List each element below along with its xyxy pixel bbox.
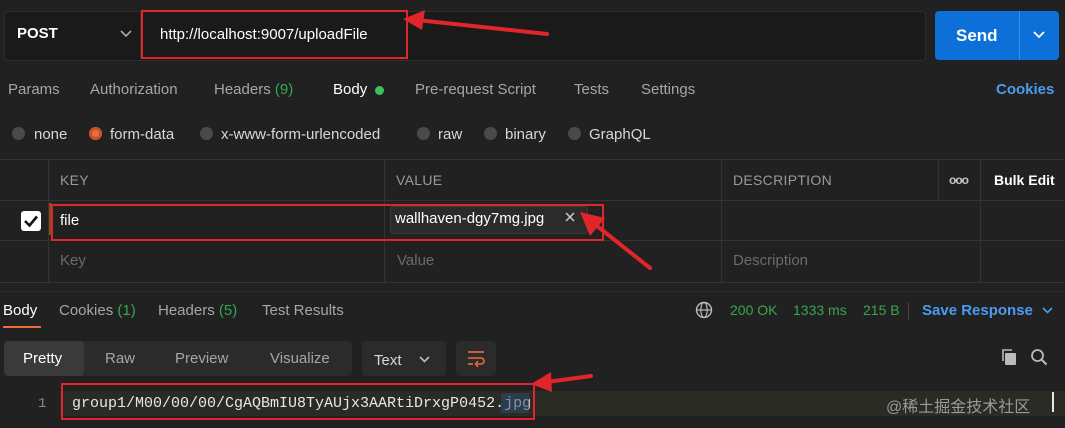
search-icon[interactable] <box>1030 348 1048 366</box>
response-tab-body[interactable]: Body <box>3 302 37 319</box>
annotation-box <box>51 204 604 241</box>
tab-body[interactable]: Body <box>333 81 367 98</box>
send-button-label: Send <box>956 26 998 45</box>
table-border <box>0 159 1065 160</box>
active-tab-underline <box>3 326 41 328</box>
divider <box>0 291 1065 292</box>
annotation-box <box>61 383 535 420</box>
tab-params[interactable]: Params <box>8 81 60 98</box>
mode-label-graphql[interactable]: GraphQL <box>589 126 651 143</box>
tab-tests[interactable]: Tests <box>574 81 609 98</box>
line-number: 1 <box>38 396 47 412</box>
mode-label-form-data[interactable]: form-data <box>110 126 174 143</box>
new-value-input[interactable]: Value <box>397 252 434 269</box>
table-border <box>0 282 1065 283</box>
row-checkbox[interactable] <box>21 211 41 231</box>
copy-icon[interactable] <box>1000 348 1018 366</box>
more-options-icon[interactable]: ooo <box>949 173 969 187</box>
radio-raw[interactable] <box>417 127 430 140</box>
chevron-down-icon[interactable] <box>419 356 430 363</box>
chevron-down-icon[interactable] <box>120 30 132 38</box>
response-size[interactable]: 215 B <box>863 302 900 318</box>
table-border <box>0 200 1065 201</box>
mode-label-none[interactable]: none <box>34 126 67 143</box>
tab-label: Headers <box>158 302 215 319</box>
response-tab-headers[interactable]: Headers (5) <box>158 302 237 319</box>
mode-label-binary[interactable]: binary <box>505 126 546 143</box>
annotation-box <box>141 10 408 59</box>
tab-settings[interactable]: Settings <box>641 81 695 98</box>
radio-urlencoded[interactable] <box>200 127 213 140</box>
status-code[interactable]: 200 OK <box>730 302 777 318</box>
tab-headers[interactable]: Headers (9) <box>214 81 293 98</box>
tab-pre-request-script[interactable]: Pre-request Script <box>415 81 536 98</box>
new-description-input[interactable]: Description <box>733 252 808 269</box>
view-visualize-button[interactable]: Visualize <box>270 350 330 367</box>
divider <box>1019 11 1020 60</box>
column-header-key: KEY <box>60 172 89 188</box>
bulk-edit-button[interactable]: Bulk Edit <box>994 172 1055 188</box>
tab-label: Cookies <box>59 302 114 319</box>
response-time[interactable]: 1333 ms <box>793 302 847 318</box>
method-select[interactable]: POST <box>17 25 58 42</box>
radio-form-data[interactable] <box>89 127 102 140</box>
format-select-label: Text <box>374 352 402 369</box>
mode-label-raw[interactable]: raw <box>438 126 462 143</box>
chevron-down-icon[interactable] <box>1042 307 1053 314</box>
new-key-input[interactable]: Key <box>60 252 86 269</box>
save-response-button[interactable]: Save Response <box>922 302 1033 319</box>
response-tab-test-results[interactable]: Test Results <box>262 302 344 319</box>
view-raw-button[interactable]: Raw <box>105 350 135 367</box>
table-border <box>980 159 981 282</box>
mode-label-urlencoded[interactable]: x-www-form-urlencoded <box>221 126 380 143</box>
tab-label: Headers <box>214 81 271 98</box>
column-header-value: VALUE <box>396 172 443 188</box>
annotation-arrow-icon <box>570 204 660 276</box>
column-header-description: DESCRIPTION <box>733 172 832 188</box>
table-border <box>721 159 722 282</box>
globe-icon[interactable] <box>695 301 713 319</box>
watermark: @稀土掘金技术社区 <box>886 399 1031 416</box>
wrap-lines-icon <box>466 349 486 367</box>
view-pretty-button[interactable]: Pretty <box>23 350 62 367</box>
radio-none[interactable] <box>12 127 25 140</box>
count-badge: (5) <box>218 302 238 319</box>
count-badge: (1) <box>117 302 136 319</box>
status-dot <box>375 86 384 95</box>
response-tab-cookies[interactable]: Cookies (1) <box>59 302 136 319</box>
annotation-arrow-icon <box>395 6 555 42</box>
divider <box>908 302 909 320</box>
text-cursor <box>1052 392 1054 412</box>
tab-authorization[interactable]: Authorization <box>90 81 178 98</box>
view-preview-button[interactable]: Preview <box>175 350 228 367</box>
radio-binary[interactable] <box>484 127 497 140</box>
table-border <box>938 159 939 200</box>
send-options-chevron-icon[interactable] <box>1033 31 1045 39</box>
radio-graphql[interactable] <box>568 127 581 140</box>
count-badge: (9) <box>274 81 294 98</box>
annotation-arrow-icon <box>527 368 597 394</box>
cookies-link[interactable]: Cookies <box>996 81 1054 98</box>
